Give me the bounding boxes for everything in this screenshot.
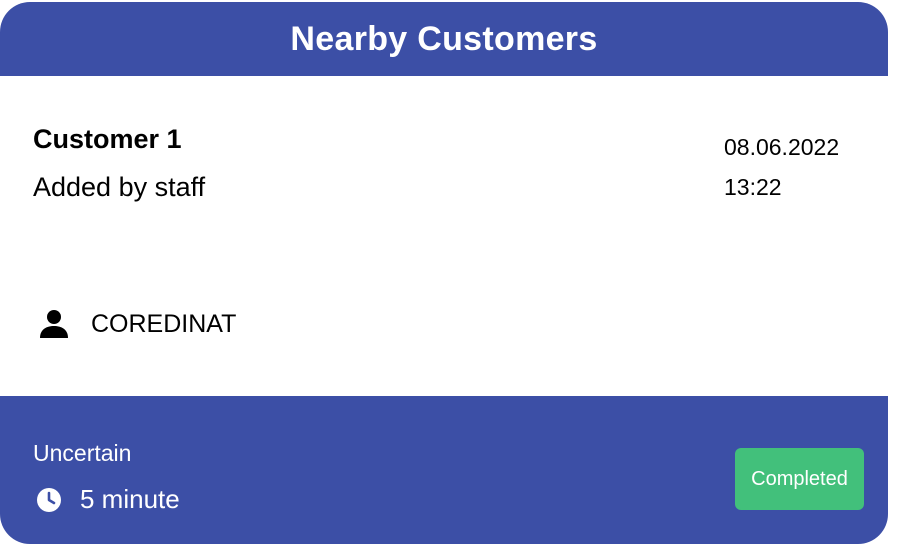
person-icon	[38, 308, 70, 340]
status-text: Uncertain	[33, 440, 132, 466]
page-title: Nearby Customers	[290, 19, 598, 58]
card-header: Nearby Customers	[0, 2, 888, 76]
customer-name: Customer 1	[33, 124, 182, 154]
company-name: COREDINAT	[91, 309, 237, 338]
completed-button[interactable]: Completed	[735, 448, 864, 510]
duration-row: 5 minute	[36, 484, 180, 515]
time-text: 13:22	[724, 174, 782, 200]
customer-card[interactable]: Nearby Customers Customer 1 Added by sta…	[0, 2, 888, 544]
duration-text: 5 minute	[80, 484, 180, 514]
card-body: Customer 1 Added by staff 08.06.2022 13:…	[0, 76, 888, 396]
contact-row: COREDINAT	[38, 308, 236, 340]
date-text: 08.06.2022	[724, 134, 840, 160]
clock-icon	[36, 487, 62, 513]
added-by-text: Added by staff	[33, 172, 206, 202]
card-footer: Uncertain 5 minute Completed	[0, 396, 888, 544]
